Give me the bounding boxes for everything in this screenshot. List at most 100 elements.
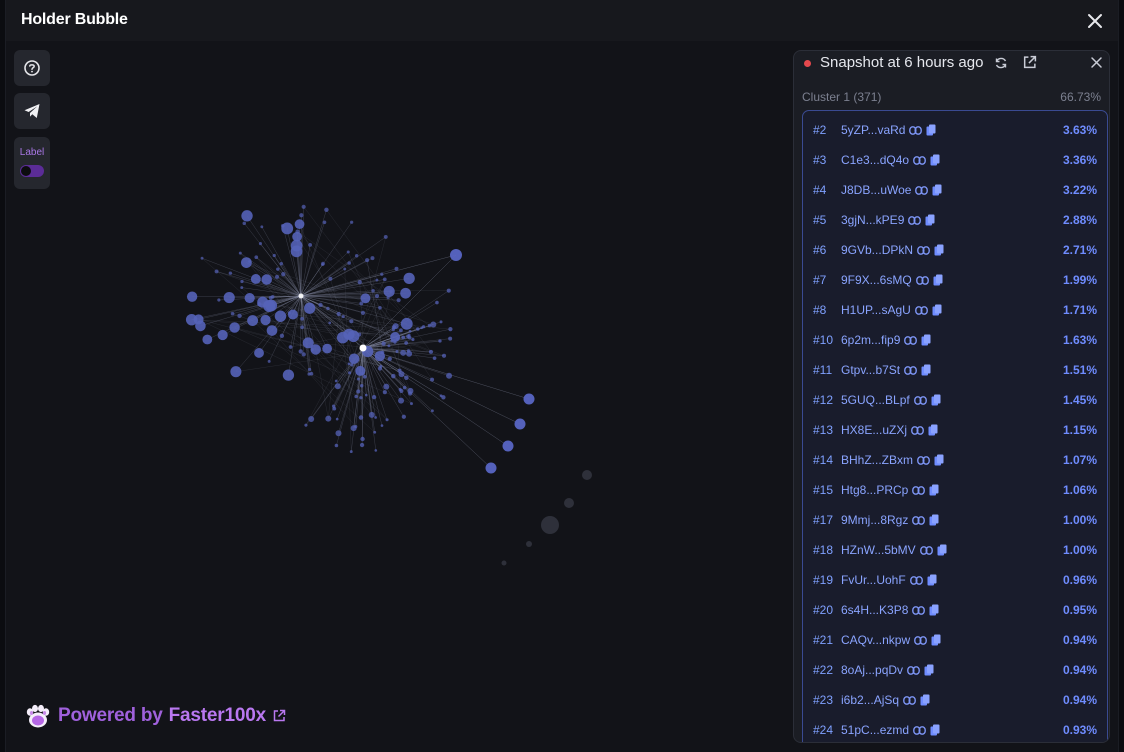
link-icon[interactable] bbox=[907, 665, 920, 675]
holder-bubble[interactable] bbox=[406, 334, 410, 339]
holder-bubble[interactable] bbox=[371, 288, 375, 293]
holder-bubble[interactable] bbox=[359, 442, 365, 448]
holder-bubble[interactable] bbox=[393, 340, 397, 344]
holder-address[interactable]: 5GUQ...BLpf bbox=[841, 393, 941, 407]
holder-bubble[interactable] bbox=[335, 417, 339, 421]
link-icon[interactable] bbox=[912, 605, 926, 615]
powered-by-brand[interactable]: Faster100x bbox=[169, 705, 266, 727]
holder-bubble[interactable] bbox=[214, 269, 219, 274]
holder-bubble[interactable] bbox=[354, 254, 359, 258]
holder-bubble[interactable] bbox=[304, 302, 316, 314]
holder-bubble[interactable] bbox=[430, 321, 437, 328]
holder-bubble[interactable] bbox=[279, 262, 284, 266]
holder-row[interactable]: #8 H1UP...sAgU 1.71% bbox=[803, 295, 1107, 325]
holder-bubble[interactable] bbox=[359, 384, 364, 388]
copy-icon[interactable] bbox=[930, 154, 940, 166]
holder-bubble[interactable] bbox=[356, 389, 361, 394]
holder-bubble[interactable] bbox=[279, 333, 285, 339]
holder-address[interactable]: HZnW...5bMV bbox=[841, 543, 947, 557]
holder-bubble[interactable] bbox=[335, 430, 342, 437]
holder-row[interactable]: #21 CAQv...nkpw 0.94% bbox=[803, 625, 1107, 655]
holder-bubble[interactable] bbox=[228, 271, 233, 275]
holder-bubble[interactable] bbox=[396, 298, 401, 303]
copy-icon[interactable] bbox=[931, 394, 941, 406]
holder-bubble[interactable] bbox=[332, 406, 337, 411]
copy-icon[interactable] bbox=[924, 664, 934, 676]
holder-bubble[interactable] bbox=[523, 393, 535, 405]
holder-row[interactable]: #4 J8DB...uWoe 3.22% bbox=[803, 175, 1107, 205]
holder-bubble[interactable] bbox=[299, 213, 304, 218]
holder-bubble[interactable] bbox=[248, 259, 252, 264]
holder-bubble[interactable] bbox=[200, 256, 204, 260]
holder-bubble[interactable] bbox=[334, 383, 341, 390]
holder-bubble[interactable] bbox=[410, 402, 413, 406]
holder-bubble[interactable] bbox=[359, 396, 363, 400]
holder-bubble[interactable] bbox=[446, 372, 453, 379]
holder-bubble[interactable] bbox=[379, 364, 383, 368]
holder-row[interactable]: #13 HX8E...uZXj 1.15% bbox=[803, 415, 1107, 445]
bubble-graph[interactable] bbox=[6, 41, 791, 752]
refresh-icon[interactable] bbox=[994, 56, 1008, 70]
holder-bubble[interactable] bbox=[354, 394, 358, 399]
holder-bubble[interactable] bbox=[266, 325, 278, 336]
link-icon[interactable] bbox=[909, 575, 923, 585]
holder-bubble[interactable] bbox=[541, 516, 559, 534]
holder-bubble[interactable] bbox=[397, 368, 402, 373]
holder-bubble[interactable] bbox=[448, 327, 453, 332]
holder-bubble[interactable] bbox=[403, 272, 415, 285]
holder-bubble[interactable] bbox=[430, 409, 434, 413]
holder-bubble[interactable] bbox=[373, 430, 377, 434]
link-icon[interactable] bbox=[913, 725, 926, 735]
holder-address[interactable]: 3gjN...kPE9 bbox=[841, 213, 935, 227]
holder-bubble[interactable] bbox=[349, 450, 353, 454]
holder-bubble[interactable] bbox=[435, 300, 439, 305]
holder-row[interactable]: #11 Gtpv...b7St 1.51% bbox=[803, 355, 1107, 385]
holder-address[interactable]: 6s4H...K3P8 bbox=[841, 603, 939, 617]
copy-icon[interactable] bbox=[925, 214, 935, 226]
powered-by[interactable]: Powered by Faster100x bbox=[24, 702, 286, 730]
holder-bubble[interactable] bbox=[217, 329, 228, 341]
holder-bubble[interactable] bbox=[244, 292, 255, 304]
copy-icon[interactable] bbox=[933, 274, 943, 286]
holder-bubble[interactable] bbox=[350, 220, 354, 224]
link-icon[interactable] bbox=[911, 425, 924, 435]
holder-row[interactable]: #20 6s4H...K3P8 0.95% bbox=[803, 595, 1107, 625]
holder-bubble[interactable] bbox=[380, 424, 384, 427]
holder-bubble[interactable] bbox=[446, 288, 451, 293]
link-icon[interactable] bbox=[908, 215, 922, 225]
link-icon[interactable] bbox=[912, 485, 926, 495]
holder-bubble[interactable] bbox=[300, 316, 305, 321]
holder-bubble[interactable] bbox=[217, 298, 221, 302]
holder-bubble[interactable] bbox=[186, 291, 198, 302]
holder-bubble[interactable] bbox=[383, 234, 388, 239]
holder-bubble[interactable] bbox=[195, 320, 206, 332]
holder-bubble[interactable] bbox=[272, 253, 276, 258]
holder-bubble[interactable] bbox=[392, 323, 399, 330]
holder-bubble[interactable] bbox=[254, 348, 264, 358]
holder-bubble[interactable] bbox=[261, 274, 272, 285]
holder-bubble[interactable] bbox=[240, 286, 244, 289]
holder-bubble[interactable] bbox=[411, 337, 415, 342]
holder-bubble[interactable] bbox=[448, 336, 453, 341]
holder-bubble[interactable] bbox=[347, 261, 351, 265]
link-icon[interactable] bbox=[912, 515, 926, 525]
holder-address[interactable]: Htg8...PRCp bbox=[841, 483, 939, 497]
holder-bubble[interactable] bbox=[318, 302, 323, 308]
holder-bubble[interactable] bbox=[387, 356, 392, 362]
holder-bubble[interactable] bbox=[308, 242, 313, 247]
holder-address[interactable]: 5yZP...vaRd bbox=[841, 123, 936, 137]
holder-bubble[interactable] bbox=[321, 261, 325, 266]
holder-bubble[interactable] bbox=[401, 335, 406, 340]
holder-bubble[interactable] bbox=[432, 356, 437, 360]
holder-address[interactable]: Gtpv...b7St bbox=[841, 363, 931, 377]
holder-bubble[interactable] bbox=[268, 295, 273, 300]
holder-bubble[interactable] bbox=[300, 325, 305, 330]
link-icon[interactable] bbox=[903, 695, 916, 705]
holder-bubble[interactable] bbox=[258, 242, 262, 246]
holder-bubble[interactable] bbox=[350, 425, 357, 432]
holder-bubble[interactable] bbox=[362, 374, 367, 379]
external-link-icon[interactable] bbox=[1022, 55, 1037, 70]
holder-bubble[interactable] bbox=[382, 390, 387, 395]
holder-bubble[interactable] bbox=[383, 383, 390, 390]
holder-row[interactable]: #3 C1e3...dQ4o 3.36% bbox=[803, 145, 1107, 175]
